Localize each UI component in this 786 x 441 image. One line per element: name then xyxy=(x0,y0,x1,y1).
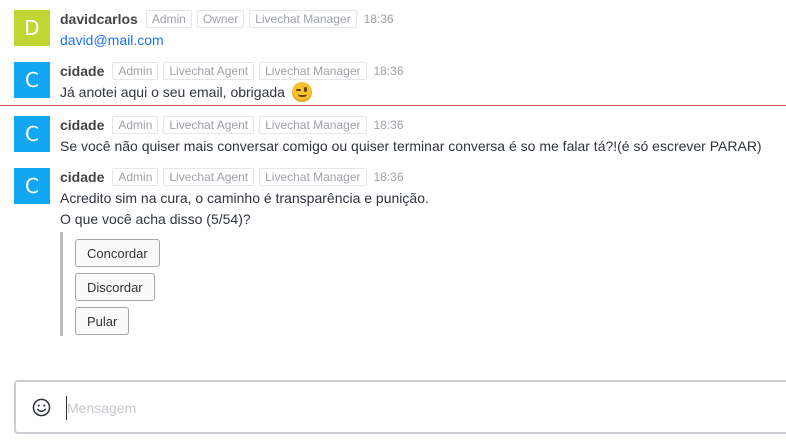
avatar[interactable]: C xyxy=(14,62,50,98)
unread-divider xyxy=(0,105,786,106)
role-badge: Livechat Manager xyxy=(249,10,357,28)
username[interactable]: cidade xyxy=(60,63,104,79)
avatar[interactable]: C xyxy=(14,116,50,152)
message-text: david@mail.com xyxy=(60,30,786,51)
role-badge: Livechat Agent xyxy=(163,168,255,186)
smiley-icon[interactable] xyxy=(32,398,51,417)
timestamp: 18:36 xyxy=(363,12,394,26)
username[interactable]: davidcarlos xyxy=(60,11,138,27)
role-badge: Livechat Manager xyxy=(259,116,367,134)
role-badge: Owner xyxy=(196,10,245,28)
action-buttons-bar xyxy=(60,232,63,336)
role-badge: Livechat Manager xyxy=(259,62,367,80)
timestamp: 18:36 xyxy=(373,118,404,132)
username[interactable]: cidade xyxy=(60,117,104,133)
role-badge: Admin xyxy=(112,62,159,80)
message-text: Já anotei aqui o seu email, obrigada xyxy=(60,82,786,103)
message-text: O que você acha disso (5/54)? xyxy=(60,211,251,227)
timestamp: 18:36 xyxy=(373,64,404,78)
avatar[interactable]: C xyxy=(14,168,50,204)
message-text-content: Já anotei aqui o seu email, obrigada xyxy=(60,84,285,100)
role-badge: Livechat Agent xyxy=(163,62,255,80)
role-badge: Livechat Agent xyxy=(163,116,255,134)
message-composer xyxy=(14,380,786,434)
typing-indicator xyxy=(660,437,770,441)
wink-emoji-icon xyxy=(291,82,312,103)
username[interactable]: cidade xyxy=(60,169,104,185)
avatar[interactable]: D xyxy=(14,10,50,46)
role-badge: Admin xyxy=(145,10,192,28)
role-badge: Admin xyxy=(112,168,159,186)
message-input[interactable] xyxy=(66,396,786,420)
email-link[interactable]: david@mail.com xyxy=(60,32,164,48)
discordar-button[interactable]: Discordar xyxy=(75,273,155,301)
role-badge: Livechat Manager xyxy=(259,168,367,186)
concordar-button[interactable]: Concordar xyxy=(75,239,160,267)
timestamp: 18:36 xyxy=(373,170,404,184)
message-text: Acredito sim na cura, o caminho é transp… xyxy=(60,190,429,206)
pular-button[interactable]: Pular xyxy=(75,307,130,335)
role-badge: Admin xyxy=(112,116,159,134)
message-text: Se você não quiser mais conversar comigo… xyxy=(60,138,762,154)
